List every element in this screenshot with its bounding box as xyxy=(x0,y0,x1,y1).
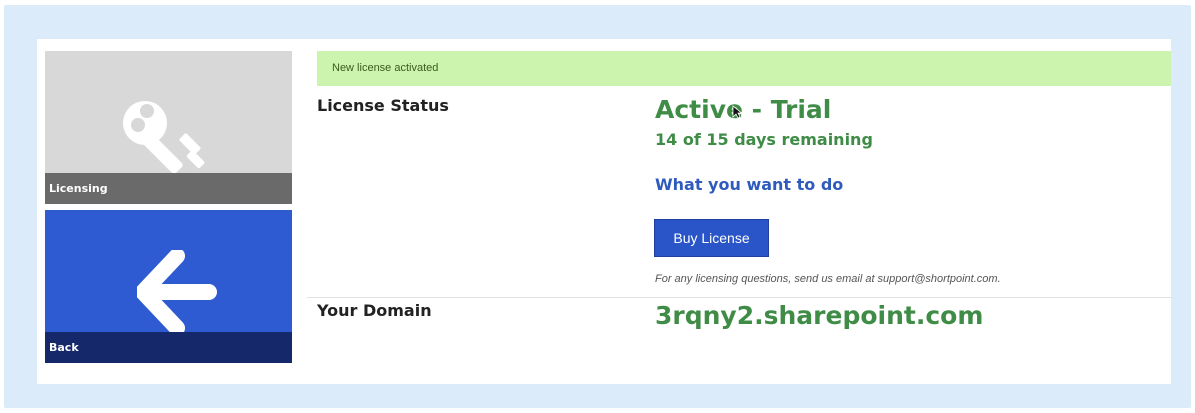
domain-value: 3rqny2.sharepoint.com xyxy=(655,301,984,330)
licensing-tile[interactable]: Licensing xyxy=(45,51,292,204)
back-tile[interactable]: Back xyxy=(45,210,292,363)
arrow-left-icon xyxy=(137,250,217,334)
back-tile-label: Back xyxy=(45,332,292,363)
trial-days-remaining: 14 of 15 days remaining xyxy=(655,130,873,149)
section-divider xyxy=(307,297,1171,298)
activation-banner: New license activated xyxy=(317,51,1171,86)
mouse-pointer-icon xyxy=(732,105,742,119)
domain-label: Your Domain xyxy=(317,301,432,320)
licensing-tile-label: Licensing xyxy=(45,173,292,204)
action-heading: What you want to do xyxy=(655,175,844,194)
license-status-label: License Status xyxy=(317,96,449,115)
support-help-text: For any licensing questions, send us ema… xyxy=(655,273,1001,285)
key-icon xyxy=(123,101,205,174)
licensing-panel: Licensing Back New license activated Lic… xyxy=(37,39,1171,384)
buy-license-button[interactable]: Buy License xyxy=(654,219,769,257)
license-status-value: Active - Trial xyxy=(655,95,832,124)
